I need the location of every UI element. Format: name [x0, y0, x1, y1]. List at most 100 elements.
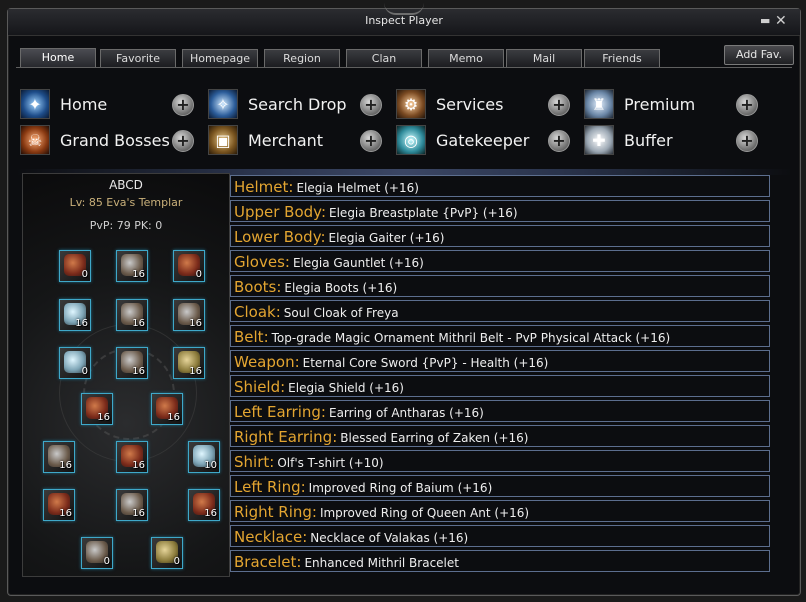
enchant-level: 16: [97, 412, 110, 423]
tab-divider: [16, 67, 792, 68]
tab-clan[interactable]: Clan: [346, 49, 422, 67]
menu-label: Search Drop: [248, 95, 347, 114]
slot-label: Weapon:: [234, 353, 300, 371]
item-name: Blessed Earring of Zaken (+16): [340, 431, 529, 445]
slot-label: Necklace:: [234, 528, 308, 546]
equip-slot[interactable]: 0: [59, 250, 91, 282]
minimize-icon[interactable]: ▬: [760, 14, 770, 27]
equip-slot[interactable]: 0: [81, 537, 113, 569]
equipment-row: Boots: Elegia Boots (+16): [230, 275, 770, 297]
slot-label: Boots:: [234, 278, 282, 296]
equip-slot[interactable]: 16: [116, 347, 148, 379]
equipment-row: Helmet: Elegia Helmet (+16): [230, 175, 770, 197]
enchant-level: 16: [132, 318, 145, 329]
enchant-level: 16: [189, 366, 202, 377]
equip-slot[interactable]: 16: [43, 441, 75, 473]
add-shortcut-icon[interactable]: +: [736, 94, 758, 116]
chest-icon: ▣: [208, 125, 238, 155]
buffer-icon: ✚: [584, 125, 614, 155]
equip-slot[interactable]: 16: [151, 393, 183, 425]
tab-homepage[interactable]: Homepage: [182, 49, 258, 67]
equipment-row: Right Earring: Blessed Earring of Zaken (…: [230, 425, 770, 447]
slot-label: Right Earring:: [234, 428, 338, 446]
menu-item-services[interactable]: ⚙ Services +: [396, 89, 576, 121]
character-panel: ABCD Lv: 85 Eva's Templar PvP: 79 PK: 0 …: [22, 173, 230, 577]
add-shortcut-icon[interactable]: +: [360, 94, 382, 116]
main-menu: ✦ Home + ✧ Search Drop + ⚙ Services + ♜ …: [20, 89, 792, 169]
equip-slot[interactable]: 0: [151, 537, 183, 569]
add-shortcut-icon[interactable]: +: [360, 130, 382, 152]
slot-label: Lower Body:: [234, 228, 326, 246]
slot-label: Helmet:: [234, 178, 294, 196]
equip-slot[interactable]: 16: [59, 299, 91, 331]
slot-label: Left Earring:: [234, 403, 326, 421]
enchant-level: 16: [132, 269, 145, 280]
menu-label: Premium: [624, 95, 696, 114]
equip-slot[interactable]: 16: [81, 393, 113, 425]
equip-slot[interactable]: 0: [173, 250, 205, 282]
item-name: Elegia Shield (+16): [288, 381, 404, 395]
equip-slot[interactable]: 16: [188, 489, 220, 521]
add-fav-button[interactable]: Add Fav.: [724, 45, 794, 65]
equip-slot[interactable]: 16: [43, 489, 75, 521]
equipment-row: Left Ring: Improved Ring of Baium (+16): [230, 475, 770, 497]
equip-slot[interactable]: 16: [116, 489, 148, 521]
equip-slot[interactable]: 0: [59, 347, 91, 379]
menu-item-premium[interactable]: ♜ Premium +: [584, 89, 764, 121]
item-name: Enhanced Mithril Bracelet: [304, 556, 459, 570]
slot-label: Bracelet:: [234, 553, 302, 571]
equip-slot[interactable]: 16: [173, 347, 205, 379]
equipment-row: Right Ring: Improved Ring of Queen Ant (+…: [230, 500, 770, 522]
tab-memo[interactable]: Memo: [428, 49, 504, 67]
menu-item-gatekeeper[interactable]: ◎ Gatekeeper +: [396, 125, 576, 157]
equipment-row: Shield: Elegia Shield (+16): [230, 375, 770, 397]
menu-label: Buffer: [624, 131, 673, 150]
equip-slot[interactable]: 16: [173, 299, 205, 331]
equipment-row: Bracelet: Enhanced Mithril Bracelet: [230, 550, 770, 572]
menu-item-buffer[interactable]: ✚ Buffer +: [584, 125, 764, 157]
enchant-level: 16: [204, 508, 217, 519]
equipment-row: Lower Body: Elegia Gaiter (+16): [230, 225, 770, 247]
premium-icon: ♜: [584, 89, 614, 119]
slot-label: Right Ring:: [234, 503, 317, 521]
menu-item-search-drop[interactable]: ✧ Search Drop +: [208, 89, 388, 121]
title-bar[interactable]: Inspect Player ▬ ✕: [8, 9, 800, 36]
add-shortcut-icon[interactable]: +: [548, 130, 570, 152]
menu-item-merchant[interactable]: ▣ Merchant +: [208, 125, 388, 157]
menu-item-grand-bosses[interactable]: ☠ Grand Bosses +: [20, 125, 200, 157]
enchant-level: 16: [132, 366, 145, 377]
item-name: Improved Ring of Baium (+16): [308, 481, 493, 495]
equipment-row: Weapon: Eternal Core Sword {PvP} - Health…: [230, 350, 770, 372]
item-name: Necklace of Valakas (+16): [310, 531, 469, 545]
search-drop-icon: ✧: [208, 89, 238, 119]
add-shortcut-icon[interactable]: +: [172, 130, 194, 152]
character-name: ABCD: [109, 178, 143, 192]
enchant-level: 16: [59, 460, 72, 471]
slot-label: Cloak:: [234, 303, 281, 321]
tab-favorite[interactable]: Favorite: [100, 49, 176, 67]
add-shortcut-icon[interactable]: +: [736, 130, 758, 152]
gears-icon: ⚙: [396, 89, 426, 119]
equip-slot[interactable]: 16: [116, 299, 148, 331]
tab-mail[interactable]: Mail: [506, 49, 582, 67]
tab-friends[interactable]: Friends: [584, 49, 660, 67]
menu-item-home[interactable]: ✦ Home +: [20, 89, 200, 121]
enchant-level: 10: [204, 460, 217, 471]
add-shortcut-icon[interactable]: +: [172, 94, 194, 116]
enchant-level: 0: [173, 556, 180, 567]
tab-home[interactable]: Home: [20, 48, 96, 68]
equip-slot[interactable]: 16: [116, 250, 148, 282]
item-name: Earring of Antharas (+16): [328, 406, 484, 420]
tab-region[interactable]: Region: [264, 49, 340, 67]
enchant-level: 16: [167, 412, 180, 423]
item-name: Elegia Gaiter (+16): [328, 231, 445, 245]
enchant-level: 16: [75, 318, 88, 329]
add-shortcut-icon[interactable]: +: [548, 94, 570, 116]
equip-slot[interactable]: 16: [116, 441, 148, 473]
slot-label: Shirt:: [234, 453, 275, 471]
equip-slot[interactable]: 10: [188, 441, 220, 473]
enchant-level: 16: [189, 318, 202, 329]
enchant-level: 0: [81, 269, 88, 280]
menu-label: Services: [436, 95, 504, 114]
close-icon[interactable]: ✕: [775, 13, 787, 29]
